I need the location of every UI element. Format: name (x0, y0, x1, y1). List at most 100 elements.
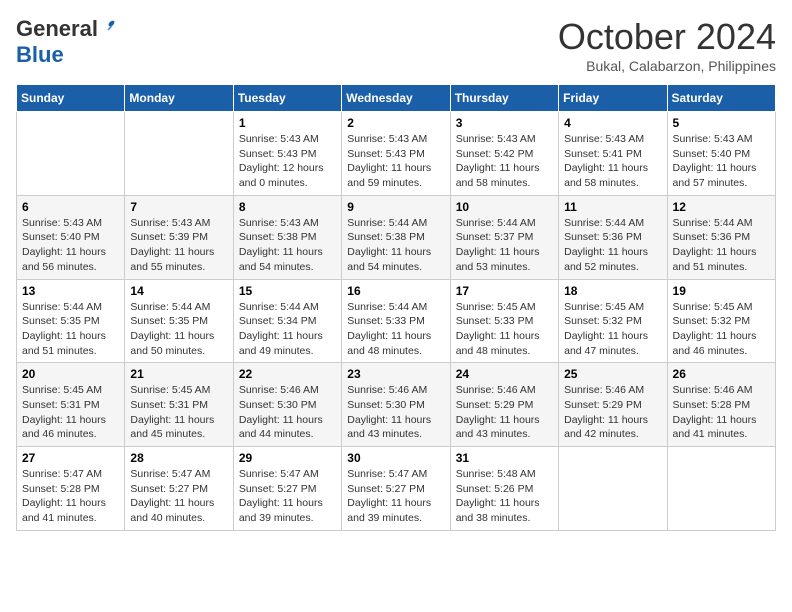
day-info: Sunrise: 5:44 AM Sunset: 5:38 PM Dayligh… (347, 216, 444, 275)
day-info: Sunrise: 5:45 AM Sunset: 5:32 PM Dayligh… (673, 300, 770, 359)
calendar-week-row: 6 Sunrise: 5:43 AM Sunset: 5:40 PM Daylig… (17, 195, 776, 279)
calendar-table: Sunday Monday Tuesday Wednesday Thursday… (16, 84, 776, 531)
table-row: 8Sunrise: 5:43 AM Sunset: 5:38 PM Daylig… (233, 195, 341, 279)
day-number: 30 (347, 451, 444, 465)
day-info: Sunrise: 5:47 AM Sunset: 5:27 PM Dayligh… (347, 467, 444, 526)
day-number: 16 (347, 284, 444, 298)
day-number: 8 (239, 200, 336, 214)
day-info: Sunrise: 5:43 AM Sunset: 5:40 PM Dayligh… (22, 216, 119, 275)
day-number: 24 (456, 367, 553, 381)
day-info: Sunrise: 5:46 AM Sunset: 5:28 PM Dayligh… (673, 383, 770, 442)
table-row: 4Sunrise: 5:43 AM Sunset: 5:41 PM Daylig… (559, 112, 667, 196)
day-number: 27 (22, 451, 119, 465)
day-number: 7 (130, 200, 227, 214)
table-row: 23Sunrise: 5:46 AM Sunset: 5:30 PM Dayli… (342, 363, 450, 447)
day-number: 4 (564, 116, 661, 130)
day-info: Sunrise: 5:47 AM Sunset: 5:27 PM Dayligh… (239, 467, 336, 526)
location: Bukal, Calabarzon, Philippines (558, 58, 776, 74)
day-number: 9 (347, 200, 444, 214)
day-number: 29 (239, 451, 336, 465)
month-title: October 2024 (558, 16, 776, 58)
table-row: 12Sunrise: 5:44 AM Sunset: 5:36 PM Dayli… (667, 195, 775, 279)
day-number: 12 (673, 200, 770, 214)
table-row: 22 Sunrise: 5:46 AM Sunset: 5:30 PM Dayli… (233, 363, 341, 447)
table-row: 18 Sunrise: 5:45 AM Sunset: 5:32 PM Dayli… (559, 279, 667, 363)
day-number: 22 (239, 367, 336, 381)
day-info: Sunrise: 5:46 AM Sunset: 5:29 PM Dayligh… (564, 383, 661, 442)
day-info: Sunrise: 5:43 AM Sunset: 5:43 PM Dayligh… (239, 132, 336, 191)
calendar-week-row: 27Sunrise: 5:47 AM Sunset: 5:28 PM Dayli… (17, 447, 776, 531)
col-tuesday: Tuesday (233, 85, 341, 112)
table-row: 13 Sunrise: 5:44 AM Sunset: 5:35 PM Dayli… (17, 279, 125, 363)
table-row: 14 Sunrise: 5:44 AM Sunset: 5:35 PM Dayli… (125, 279, 233, 363)
day-info: Sunrise: 5:44 AM Sunset: 5:37 PM Dayligh… (456, 216, 553, 275)
table-row: 15 Sunrise: 5:44 AM Sunset: 5:34 PM Dayli… (233, 279, 341, 363)
day-info: Sunrise: 5:44 AM Sunset: 5:35 PM Dayligh… (22, 300, 119, 359)
page-header: General Blue October 2024 Bukal, Calabar… (16, 16, 776, 74)
day-info: Sunrise: 5:44 AM Sunset: 5:33 PM Dayligh… (347, 300, 444, 359)
table-row: 7Sunrise: 5:43 AM Sunset: 5:39 PM Daylig… (125, 195, 233, 279)
day-info: Sunrise: 5:46 AM Sunset: 5:30 PM Dayligh… (239, 383, 336, 442)
table-row: 1 Sunrise: 5:43 AM Sunset: 5:43 PM Daylig… (233, 112, 341, 196)
logo-general: General (16, 16, 98, 42)
day-info: Sunrise: 5:46 AM Sunset: 5:30 PM Dayligh… (347, 383, 444, 442)
table-row: 16 Sunrise: 5:44 AM Sunset: 5:33 PM Dayli… (342, 279, 450, 363)
day-info: Sunrise: 5:48 AM Sunset: 5:26 PM Dayligh… (456, 467, 553, 526)
table-row: 3 Sunrise: 5:43 AM Sunset: 5:42 PM Daylig… (450, 112, 558, 196)
day-number: 3 (456, 116, 553, 130)
logo: General Blue (16, 16, 118, 68)
table-row: 10 Sunrise: 5:44 AM Sunset: 5:37 PM Dayli… (450, 195, 558, 279)
col-saturday: Saturday (667, 85, 775, 112)
day-info: Sunrise: 5:44 AM Sunset: 5:35 PM Dayligh… (130, 300, 227, 359)
day-number: 26 (673, 367, 770, 381)
table-row (559, 447, 667, 531)
calendar-header-row: Sunday Monday Tuesday Wednesday Thursday… (17, 85, 776, 112)
day-number: 25 (564, 367, 661, 381)
col-sunday: Sunday (17, 85, 125, 112)
table-row: 5Sunrise: 5:43 AM Sunset: 5:40 PM Daylig… (667, 112, 775, 196)
day-info: Sunrise: 5:47 AM Sunset: 5:27 PM Dayligh… (130, 467, 227, 526)
table-row: 27Sunrise: 5:47 AM Sunset: 5:28 PM Dayli… (17, 447, 125, 531)
table-row (125, 112, 233, 196)
day-info: Sunrise: 5:45 AM Sunset: 5:33 PM Dayligh… (456, 300, 553, 359)
col-monday: Monday (125, 85, 233, 112)
day-info: Sunrise: 5:46 AM Sunset: 5:29 PM Dayligh… (456, 383, 553, 442)
logo-bird-icon (100, 18, 118, 36)
day-info: Sunrise: 5:45 AM Sunset: 5:31 PM Dayligh… (22, 383, 119, 442)
calendar-week-row: 13 Sunrise: 5:44 AM Sunset: 5:35 PM Dayli… (17, 279, 776, 363)
table-row: 25 Sunrise: 5:46 AM Sunset: 5:29 PM Dayli… (559, 363, 667, 447)
table-row: 28 Sunrise: 5:47 AM Sunset: 5:27 PM Dayli… (125, 447, 233, 531)
table-row: 6 Sunrise: 5:43 AM Sunset: 5:40 PM Daylig… (17, 195, 125, 279)
day-number: 13 (22, 284, 119, 298)
table-row: 21Sunrise: 5:45 AM Sunset: 5:31 PM Dayli… (125, 363, 233, 447)
calendar-week-row: 20 Sunrise: 5:45 AM Sunset: 5:31 PM Dayli… (17, 363, 776, 447)
col-wednesday: Wednesday (342, 85, 450, 112)
table-row: 29 Sunrise: 5:47 AM Sunset: 5:27 PM Dayli… (233, 447, 341, 531)
day-number: 14 (130, 284, 227, 298)
day-info: Sunrise: 5:43 AM Sunset: 5:40 PM Dayligh… (673, 132, 770, 191)
table-row (17, 112, 125, 196)
day-info: Sunrise: 5:44 AM Sunset: 5:36 PM Dayligh… (564, 216, 661, 275)
day-number: 18 (564, 284, 661, 298)
day-number: 10 (456, 200, 553, 214)
day-number: 28 (130, 451, 227, 465)
day-info: Sunrise: 5:43 AM Sunset: 5:42 PM Dayligh… (456, 132, 553, 191)
table-row: 17Sunrise: 5:45 AM Sunset: 5:33 PM Dayli… (450, 279, 558, 363)
table-row: 2Sunrise: 5:43 AM Sunset: 5:43 PM Daylig… (342, 112, 450, 196)
day-number: 31 (456, 451, 553, 465)
table-row: 30 Sunrise: 5:47 AM Sunset: 5:27 PM Dayli… (342, 447, 450, 531)
day-number: 6 (22, 200, 119, 214)
table-row: 24 Sunrise: 5:46 AM Sunset: 5:29 PM Dayli… (450, 363, 558, 447)
table-row: 11 Sunrise: 5:44 AM Sunset: 5:36 PM Dayli… (559, 195, 667, 279)
day-info: Sunrise: 5:45 AM Sunset: 5:32 PM Dayligh… (564, 300, 661, 359)
table-row: 19Sunrise: 5:45 AM Sunset: 5:32 PM Dayli… (667, 279, 775, 363)
day-number: 15 (239, 284, 336, 298)
day-number: 2 (347, 116, 444, 130)
day-number: 1 (239, 116, 336, 130)
table-row: 20 Sunrise: 5:45 AM Sunset: 5:31 PM Dayli… (17, 363, 125, 447)
col-friday: Friday (559, 85, 667, 112)
table-row (667, 447, 775, 531)
day-info: Sunrise: 5:44 AM Sunset: 5:34 PM Dayligh… (239, 300, 336, 359)
day-number: 11 (564, 200, 661, 214)
day-number: 20 (22, 367, 119, 381)
